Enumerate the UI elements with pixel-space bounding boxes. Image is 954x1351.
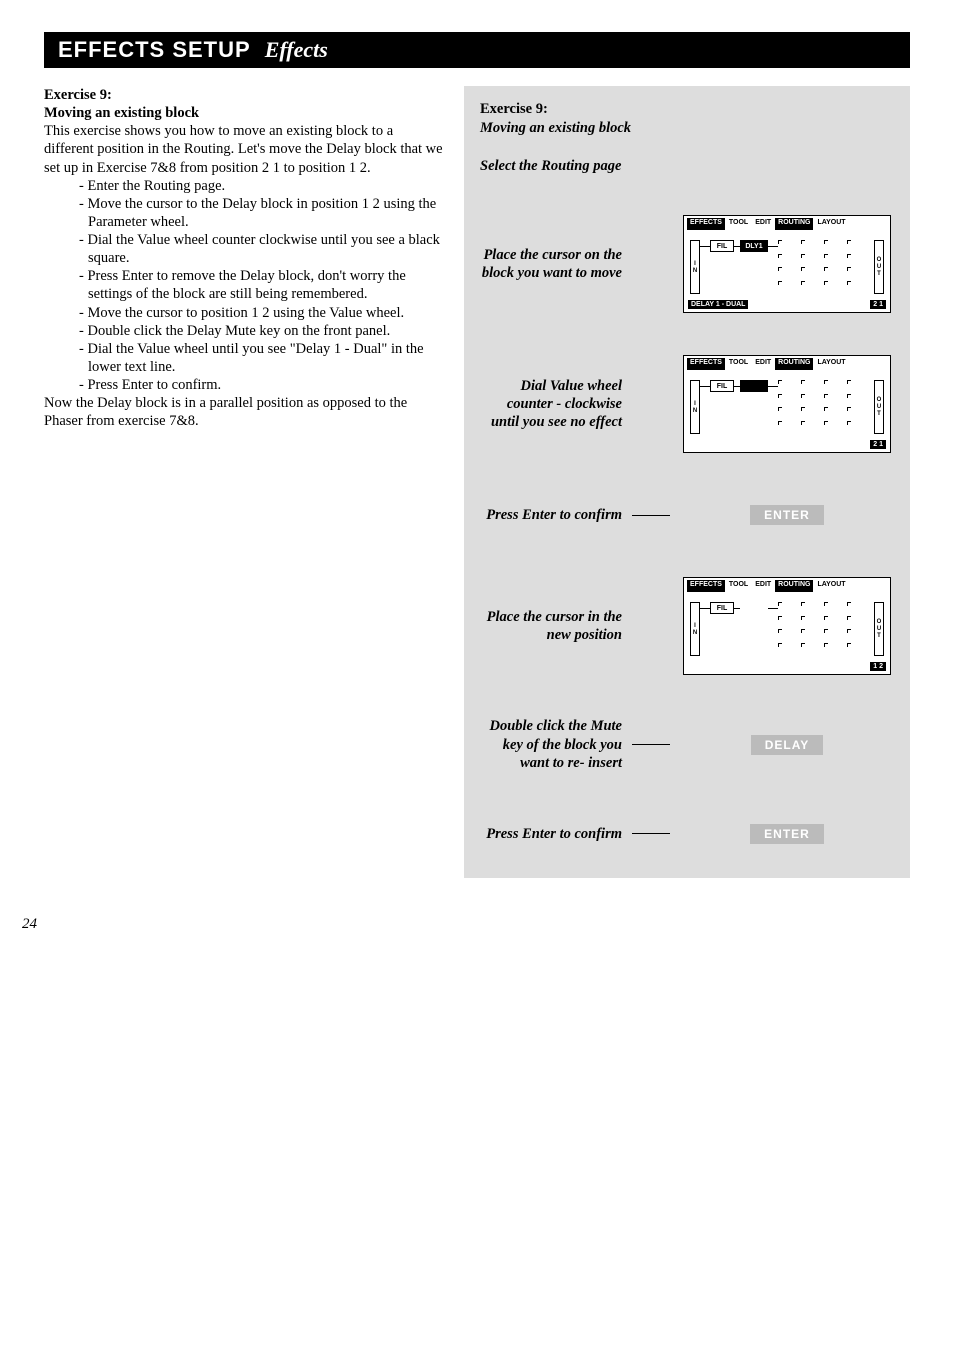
fil-block: FIL bbox=[710, 240, 734, 252]
connector-line bbox=[632, 833, 670, 834]
step-visual: ENTER bbox=[680, 824, 894, 844]
lcd-footer: 1 2 bbox=[688, 660, 886, 672]
step-label: Press Enter to confirm bbox=[480, 825, 622, 843]
connector-line bbox=[632, 515, 670, 516]
step-row: Press Enter to confirm ENTER bbox=[480, 814, 894, 854]
lcd-tab: EFFECTS bbox=[687, 580, 725, 592]
list-item: Press Enter to remove the Delay block, d… bbox=[88, 267, 446, 303]
list-item: Enter the Routing page. bbox=[88, 177, 446, 195]
lcd-screen: EFFECTSTOOLEDITROUTINGLAYOUT IN OUT FIL DLY1… bbox=[683, 215, 891, 313]
exercise-name: Moving an existing block bbox=[44, 104, 446, 122]
list-item: Dial the Value wheel counter clockwise u… bbox=[88, 231, 446, 267]
right-exercise-number: Exercise 9: bbox=[480, 100, 894, 119]
instruction-list: Enter the Routing page. Move the cursor … bbox=[44, 177, 446, 395]
lcd-tab: TOOL bbox=[726, 580, 751, 592]
routing-grid bbox=[778, 602, 870, 656]
delay-button[interactable]: DELAY bbox=[751, 735, 824, 755]
list-item: Double click the Delay Mute key on the f… bbox=[88, 322, 446, 340]
lcd-tab: LAYOUT bbox=[814, 358, 848, 370]
lcd-tab: LAYOUT bbox=[814, 218, 848, 230]
empty-block bbox=[740, 380, 768, 392]
step-visual: EFFECTSTOOLEDITROUTINGLAYOUT IN OUT FIL DLY1… bbox=[680, 215, 894, 313]
page-number: 24 bbox=[22, 916, 37, 933]
lcd-footer-right: 2 1 bbox=[870, 300, 886, 309]
step-row: Place the cursor in the new position EFFE… bbox=[480, 577, 894, 675]
enter-button[interactable]: ENTER bbox=[750, 824, 824, 844]
right-column: Exercise 9: Moving an existing block Sel… bbox=[464, 86, 910, 878]
lcd-screen: EFFECTSTOOLEDITROUTINGLAYOUT IN OUT FIL 2 1 bbox=[683, 355, 891, 453]
lcd-tab: ROUTING bbox=[775, 358, 813, 370]
page-header: EFFECTS SETUP Effects bbox=[44, 32, 910, 68]
lcd-screen: EFFECTSTOOLEDITROUTINGLAYOUT IN OUT FIL 1 2 bbox=[683, 577, 891, 675]
content-area: Exercise 9: Moving an existing block Thi… bbox=[44, 86, 910, 878]
lcd-footer: 2 1 bbox=[688, 438, 886, 450]
signal-wire bbox=[768, 386, 778, 387]
lcd-tab: EDIT bbox=[752, 580, 774, 592]
connector-line bbox=[632, 744, 670, 745]
step-visual: EFFECTSTOOLEDITROUTINGLAYOUT IN OUT FIL 2 1 bbox=[680, 355, 894, 453]
fil-block: FIL bbox=[710, 602, 734, 614]
signal-wire bbox=[768, 246, 778, 247]
signal-wire bbox=[700, 608, 710, 609]
list-item: Press Enter to confirm. bbox=[88, 376, 446, 394]
lcd-tab: LAYOUT bbox=[814, 580, 848, 592]
routing-grid bbox=[778, 240, 870, 294]
io-out-icon: OUT bbox=[874, 380, 884, 434]
lcd-tab: TOOL bbox=[726, 358, 751, 370]
io-in-icon: IN bbox=[690, 240, 700, 294]
header-subtitle: Effects bbox=[265, 37, 328, 63]
enter-button[interactable]: ENTER bbox=[750, 505, 824, 525]
io-out-icon: OUT bbox=[874, 240, 884, 294]
io-in-icon: IN bbox=[690, 602, 700, 656]
lcd-footer-right: 2 1 bbox=[870, 440, 886, 449]
signal-wire bbox=[700, 246, 710, 247]
lcd-footer: DELAY 1 - DUAL 2 1 bbox=[688, 298, 886, 310]
signal-wire bbox=[768, 608, 778, 609]
right-exercise-name: Moving an existing block bbox=[480, 119, 894, 138]
lcd-tab: EDIT bbox=[752, 218, 774, 230]
fil-block: FIL bbox=[710, 380, 734, 392]
lcd-tab: EFFECTS bbox=[687, 218, 725, 230]
intro-paragraph: This exercise shows you how to move an e… bbox=[44, 122, 446, 176]
routing-grid bbox=[778, 380, 870, 434]
io-in-icon: IN bbox=[690, 380, 700, 434]
lcd-tab: EFFECTS bbox=[687, 358, 725, 370]
exercise-number: Exercise 9: bbox=[44, 86, 446, 104]
step-visual: ENTER bbox=[680, 505, 894, 525]
step-label: Double click the Mute key of the block y… bbox=[480, 717, 622, 771]
step-row: Place the cursor on the block you want t… bbox=[480, 215, 894, 313]
step-visual: DELAY bbox=[680, 735, 894, 755]
signal-wire bbox=[734, 608, 740, 609]
step-row: Double click the Mute key of the block y… bbox=[480, 717, 894, 771]
right-header: Exercise 9: Moving an existing block Sel… bbox=[480, 100, 894, 175]
outro-paragraph: Now the Delay block is in a parallel pos… bbox=[44, 394, 446, 430]
lcd-footer-left: DELAY 1 - DUAL bbox=[688, 300, 748, 309]
signal-wire bbox=[700, 386, 710, 387]
lcd-footer-right: 1 2 bbox=[870, 662, 886, 671]
step-row: Press Enter to confirm ENTER bbox=[480, 495, 894, 535]
step-label: Press Enter to confirm bbox=[480, 506, 622, 524]
io-out-icon: OUT bbox=[874, 602, 884, 656]
list-item: Move the cursor to position 1 2 using th… bbox=[88, 304, 446, 322]
header-title: EFFECTS SETUP bbox=[58, 37, 251, 63]
select-routing-line: Select the Routing page bbox=[480, 157, 894, 176]
list-item: Move the cursor to the Delay block in po… bbox=[88, 195, 446, 231]
lcd-tab: TOOL bbox=[726, 218, 751, 230]
left-column: Exercise 9: Moving an existing block Thi… bbox=[44, 86, 446, 878]
step-row: Dial Value wheel counter - clockwise unt… bbox=[480, 355, 894, 453]
lcd-tab: EDIT bbox=[752, 358, 774, 370]
delay-block: DLY1 bbox=[740, 240, 768, 252]
lcd-tab: ROUTING bbox=[775, 580, 813, 592]
step-visual: EFFECTSTOOLEDITROUTINGLAYOUT IN OUT FIL 1 2 bbox=[680, 577, 894, 675]
step-label: Place the cursor in the new position bbox=[480, 608, 622, 644]
lcd-tab: ROUTING bbox=[775, 218, 813, 230]
list-item: Dial the Value wheel until you see "Dela… bbox=[88, 340, 446, 376]
step-label: Dial Value wheel counter - clockwise unt… bbox=[480, 377, 622, 431]
steps-container: Place the cursor on the block you want t… bbox=[480, 215, 894, 853]
step-label: Place the cursor on the block you want t… bbox=[480, 246, 622, 282]
